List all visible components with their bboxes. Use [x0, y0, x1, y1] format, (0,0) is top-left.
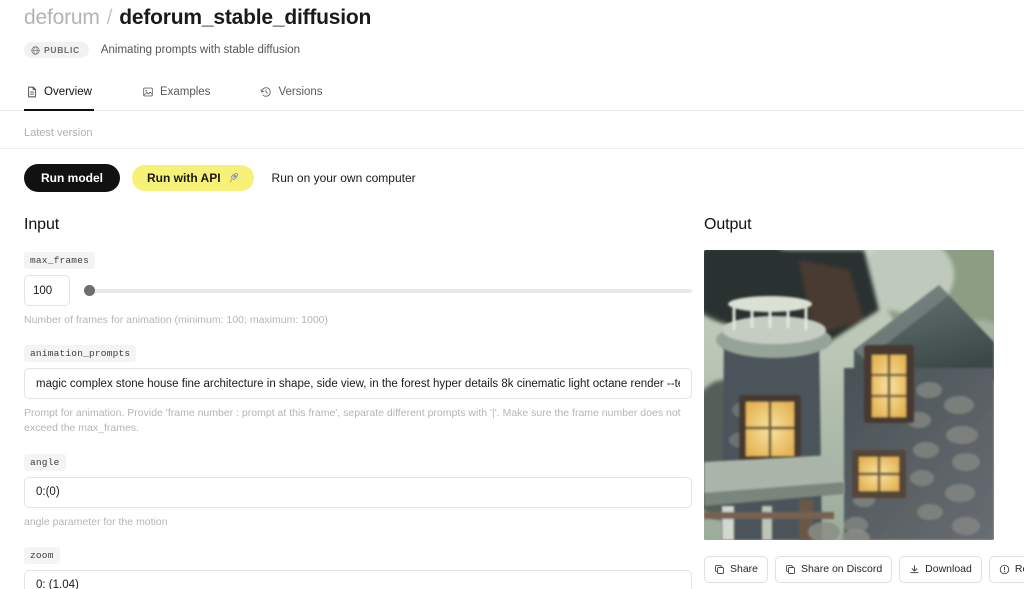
- animation-prompts-input[interactable]: [24, 368, 692, 400]
- replicate-model-page: deforum / deforum_stable_diffusion PUBLI…: [0, 0, 1024, 589]
- field-key-zoom: zoom: [24, 546, 60, 564]
- output-panel: Output Share Share on Discord Download R: [704, 216, 1024, 589]
- share-button-label: Share: [730, 563, 759, 576]
- page-title: deforum_stable_diffusion: [119, 6, 372, 29]
- field-key-max-frames: max_frames: [24, 252, 96, 269]
- slider-track: [84, 288, 692, 293]
- tab-overview[interactable]: Overview: [24, 80, 94, 111]
- header-subrow: PUBLIC Animating prompts with stable dif…: [24, 42, 1024, 58]
- animation-prompts-help: Prompt for animation. Provide 'frame num…: [24, 407, 681, 435]
- field-angle: angle angle parameter for the motion: [24, 452, 692, 530]
- latest-version-label: Latest version: [24, 127, 93, 139]
- status-badge: PUBLIC: [24, 42, 89, 58]
- angle-help: angle parameter for the motion: [24, 515, 168, 528]
- alert-circle-icon: [999, 564, 1010, 575]
- rocket-icon: [228, 173, 238, 183]
- report-button-label: Report: [1014, 563, 1024, 576]
- content-body: Input max_frames Number of frames for an…: [0, 192, 1024, 589]
- slider-thumb[interactable]: [84, 285, 95, 296]
- breadcrumb-separator: /: [106, 6, 113, 29]
- tab-versions[interactable]: Versions: [258, 80, 324, 111]
- input-panel: Input max_frames Number of frames for an…: [24, 216, 692, 589]
- output-section-title: Output: [704, 216, 752, 233]
- image-icon: [143, 87, 153, 97]
- output-actions: Share Share on Discord Download R: [704, 556, 1024, 583]
- output-image[interactable]: [704, 250, 994, 540]
- model-tagline: Animating prompts with stable diffusion: [100, 44, 301, 56]
- share-button[interactable]: Share: [704, 556, 769, 583]
- input-section-title: Input: [24, 216, 60, 233]
- angle-input[interactable]: [24, 476, 692, 508]
- owner-link[interactable]: deforum: [24, 6, 100, 30]
- report-button[interactable]: Report: [988, 556, 1024, 583]
- status-badge-label: PUBLIC: [44, 45, 80, 55]
- zoom-input[interactable]: [24, 569, 692, 589]
- tab-examples[interactable]: Examples: [140, 80, 213, 111]
- max-frames-input[interactable]: [24, 275, 70, 306]
- field-zoom: zoom zoom parameter for the motion: [24, 545, 692, 589]
- field-key-angle: angle: [24, 453, 66, 471]
- share-on-discord-button-label: Share on Discord: [801, 563, 883, 576]
- download-icon: [910, 565, 919, 574]
- tab-examples-label: Examples: [159, 86, 211, 98]
- download-button[interactable]: Download: [899, 556, 982, 583]
- run-with-api-label: Run with API: [147, 171, 221, 185]
- globe-icon: [31, 45, 40, 55]
- tab-overview-label: Overview: [44, 86, 92, 98]
- field-animation-prompts: animation_prompts Prompt for animation. …: [24, 343, 692, 436]
- max-frames-row: [24, 275, 692, 306]
- run-with-api-button[interactable]: Run with API: [132, 165, 254, 191]
- tab-versions-label: Versions: [278, 86, 323, 98]
- document-icon: [28, 86, 36, 98]
- history-icon: [260, 87, 272, 97]
- copy-icon: [786, 565, 795, 574]
- run-model-button[interactable]: Run model: [24, 164, 120, 192]
- max-frames-slider[interactable]: [84, 284, 692, 298]
- copy-icon: [715, 565, 724, 574]
- breadcrumb: deforum / deforum_stable_diffusion: [24, 6, 1024, 30]
- max-frames-help: Number of frames for animation (minimum:…: [24, 314, 329, 326]
- field-max-frames: max_frames Number of frames for animatio…: [24, 250, 692, 328]
- field-key-animation-prompts: animation_prompts: [24, 345, 137, 363]
- page-header: deforum / deforum_stable_diffusion PUBLI…: [0, 0, 1024, 58]
- share-on-discord-button[interactable]: Share on Discord: [775, 556, 893, 583]
- download-button-label: Download: [925, 563, 972, 576]
- tab-bar: Overview Examples Versions: [0, 80, 1024, 111]
- run-actions: Run model Run with API Run on your own c…: [0, 149, 1024, 192]
- generated-image-render: [704, 250, 994, 540]
- run-on-own-computer-link[interactable]: Run on your own computer: [272, 171, 416, 185]
